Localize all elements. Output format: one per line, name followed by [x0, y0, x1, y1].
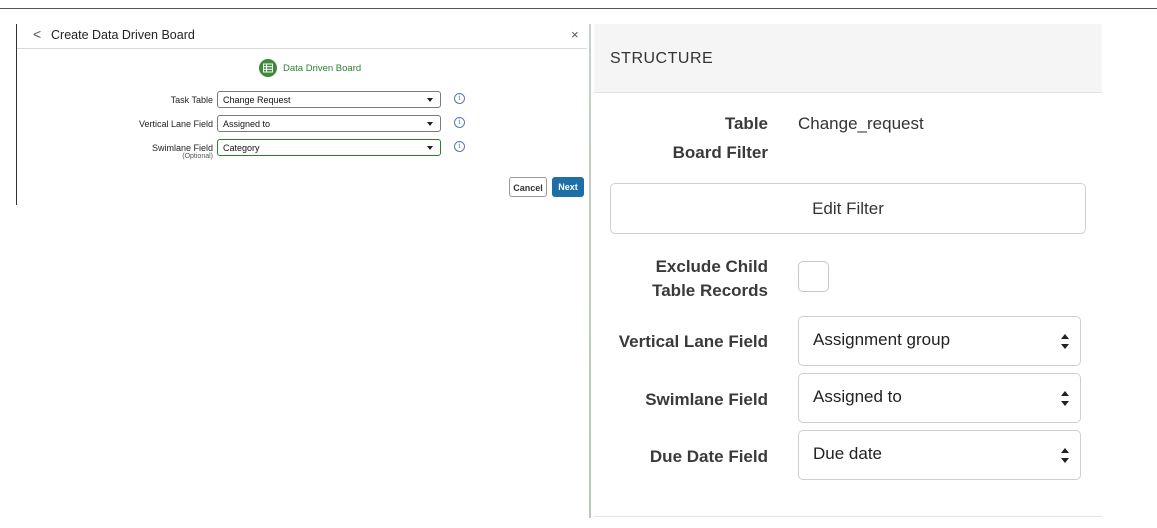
panel-divider	[589, 24, 591, 518]
swimlane-field-select[interactable]: Assigned to	[798, 373, 1081, 423]
swimlane-field-value: Assigned to	[813, 387, 902, 406]
due-date-field-value: Due date	[813, 444, 882, 463]
next-button[interactable]: Next	[552, 177, 584, 197]
exclude-child-checkbox[interactable]	[798, 261, 829, 292]
swimlane-label: Swimlane Field	[151, 143, 213, 153]
swimlane-row: Swimlane Field (Optional) Category i	[17, 139, 587, 165]
table-value: Change_request	[798, 114, 924, 133]
exclude-child-label-line2: Table Records	[652, 281, 768, 300]
swimlane-field-label: Swimlane Field	[645, 390, 768, 409]
info-icon[interactable]: i	[454, 117, 465, 128]
cancel-button[interactable]: Cancel	[509, 177, 547, 197]
board-filter-label: Board Filter	[672, 143, 768, 162]
vertical-lane-label: Vertical Lane Field	[138, 119, 213, 129]
dialog-header: < Create Data Driven Board ×	[17, 24, 587, 49]
task-table-select[interactable]: Change Request	[217, 91, 441, 108]
caret-down-icon	[427, 122, 433, 126]
vertical-lane-value: Assigned to	[223, 119, 271, 129]
structure-header: STRUCTURE	[594, 24, 1102, 93]
table-icon	[259, 59, 277, 77]
vertical-lane-field-label: Vertical Lane Field	[618, 332, 768, 351]
due-date-field-select[interactable]: Due date	[798, 430, 1081, 480]
create-board-dialog: < Create Data Driven Board × Data Driven…	[16, 24, 587, 204]
swimlane-optional-label: (Optional)	[182, 153, 213, 160]
board-type-badge: Data Driven Board	[259, 59, 361, 77]
back-chevron-icon[interactable]: <	[33, 26, 41, 42]
edit-filter-button[interactable]: Edit Filter	[610, 183, 1086, 234]
dialog-edge-line	[16, 183, 17, 205]
vertical-lane-field-select[interactable]: Assignment group	[798, 316, 1081, 366]
structure-panel: STRUCTURE Table Change_request Board Fil…	[594, 24, 1104, 518]
swimlane-select[interactable]: Category	[217, 139, 441, 156]
top-divider-line	[0, 8, 1157, 9]
panel-bottom-border	[594, 516, 1102, 517]
sort-arrows-icon	[1061, 391, 1069, 406]
structure-title: STRUCTURE	[610, 50, 714, 67]
table-label: Table	[724, 114, 768, 133]
info-icon[interactable]: i	[454, 141, 465, 152]
vertical-lane-field-value: Assignment group	[813, 330, 951, 349]
task-table-row: Task Table Change Request i	[17, 91, 587, 111]
info-icon[interactable]: i	[454, 93, 465, 104]
caret-down-icon	[427, 98, 433, 102]
swimlane-value: Category	[223, 143, 260, 153]
task-table-value: Change Request	[223, 95, 291, 105]
caret-down-icon	[427, 146, 433, 150]
sort-arrows-icon	[1061, 334, 1069, 349]
sort-arrows-icon	[1061, 448, 1069, 463]
dialog-title: Create Data Driven Board	[51, 28, 195, 42]
task-table-label: Task Table	[170, 95, 213, 105]
exclude-child-label-line1: Exclude Child	[655, 257, 768, 276]
due-date-field-label: Due Date Field	[649, 447, 768, 466]
badge-label: Data Driven Board	[283, 62, 362, 74]
close-icon[interactable]: ×	[571, 27, 579, 42]
vertical-lane-select[interactable]: Assigned to	[217, 115, 441, 132]
vertical-lane-row: Vertical Lane Field Assigned to i	[17, 115, 587, 135]
